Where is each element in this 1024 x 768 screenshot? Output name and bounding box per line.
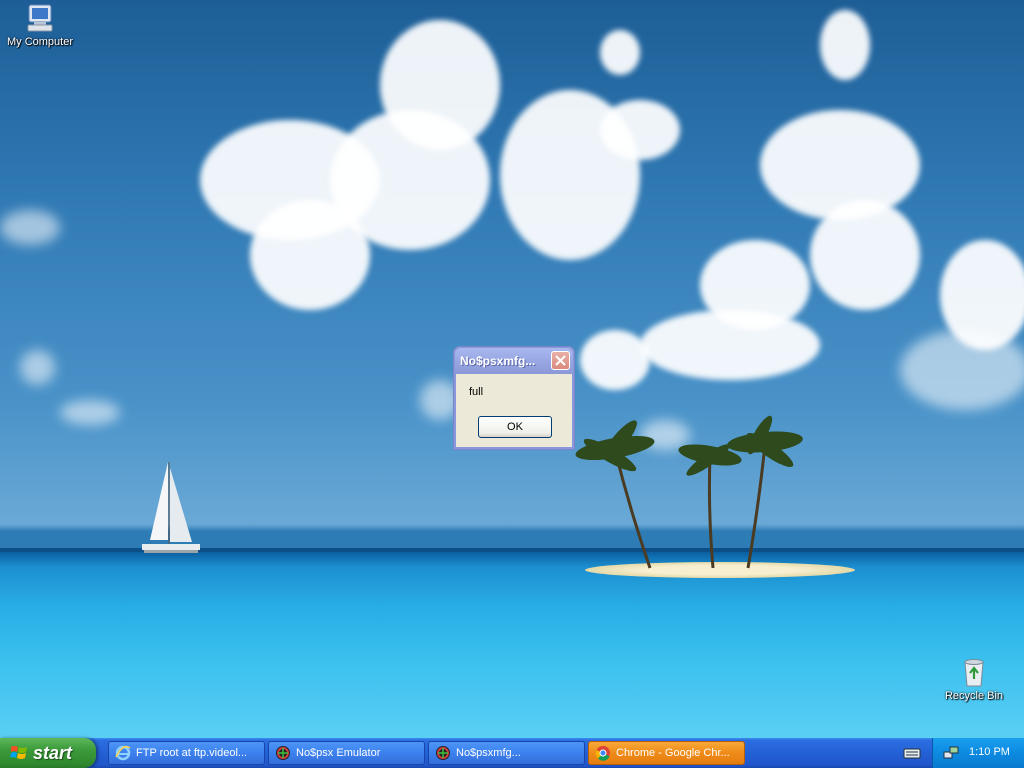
dialog-titlebar[interactable]: No$psxmfg... bbox=[455, 348, 573, 374]
cloud bbox=[60, 400, 120, 425]
task-label: FTP root at ftp.videol... bbox=[136, 747, 248, 759]
cloud bbox=[0, 210, 60, 245]
start-button[interactable]: start bbox=[0, 738, 96, 768]
taskbar-button-chrome[interactable]: Chrome - Google Chr... bbox=[588, 741, 745, 765]
system-tray: 1:10 PM bbox=[932, 738, 1024, 768]
start-label: start bbox=[33, 742, 73, 763]
palm-trees-image bbox=[575, 415, 803, 569]
cloud bbox=[600, 30, 640, 75]
dialog-message: full bbox=[469, 386, 484, 398]
close-button[interactable] bbox=[551, 351, 570, 370]
sea bbox=[0, 552, 1024, 738]
sailboat-image bbox=[142, 462, 200, 553]
ok-button[interactable]: OK bbox=[478, 416, 552, 438]
task-label: No$psx Emulator bbox=[296, 747, 381, 759]
cloud bbox=[600, 100, 680, 160]
windows-logo-icon bbox=[10, 746, 27, 759]
cloud bbox=[580, 330, 650, 390]
task-label: Chrome - Google Chr... bbox=[616, 747, 730, 759]
nocash-psx-icon bbox=[436, 746, 450, 760]
chrome-icon bbox=[595, 746, 610, 761]
nocash-psx-icon bbox=[276, 746, 290, 760]
desktop-icon-my-computer[interactable]: My Computer bbox=[0, 2, 80, 48]
desktop-icon-label: My Computer bbox=[6, 36, 74, 48]
my-computer-icon bbox=[27, 4, 53, 32]
recycle-bin-icon bbox=[964, 659, 984, 687]
desktop-icon-label: Recycle Bin bbox=[944, 690, 1004, 702]
message-dialog: No$psxmfg... full OK bbox=[453, 346, 575, 450]
close-icon bbox=[555, 355, 566, 366]
cloud bbox=[640, 310, 820, 380]
dialog-title: No$psxmfg... bbox=[460, 354, 536, 368]
internet-explorer-icon bbox=[115, 745, 131, 761]
taskbar: start FTP root at ftp.videol... No$psx E… bbox=[0, 738, 1024, 768]
cloud bbox=[900, 330, 1024, 410]
cloud bbox=[760, 110, 920, 220]
cloud bbox=[810, 200, 920, 310]
task-label: No$psxmfg... bbox=[456, 747, 521, 759]
taskbar-button-ftp[interactable]: FTP root at ftp.videol... bbox=[108, 741, 265, 765]
taskbar-button-nocash-emulator[interactable]: No$psx Emulator bbox=[268, 741, 425, 765]
cloud bbox=[330, 110, 490, 250]
desktop-icon-recycle-bin[interactable]: Recycle Bin bbox=[934, 656, 1014, 702]
clock[interactable]: 1:10 PM bbox=[969, 746, 1010, 758]
cloud bbox=[20, 350, 55, 385]
keyboard-language-icon[interactable] bbox=[903, 745, 921, 761]
taskbar-button-nocash-mfg[interactable]: No$psxmfg... bbox=[428, 741, 585, 765]
network-icon[interactable] bbox=[943, 745, 959, 761]
cloud bbox=[820, 10, 870, 80]
